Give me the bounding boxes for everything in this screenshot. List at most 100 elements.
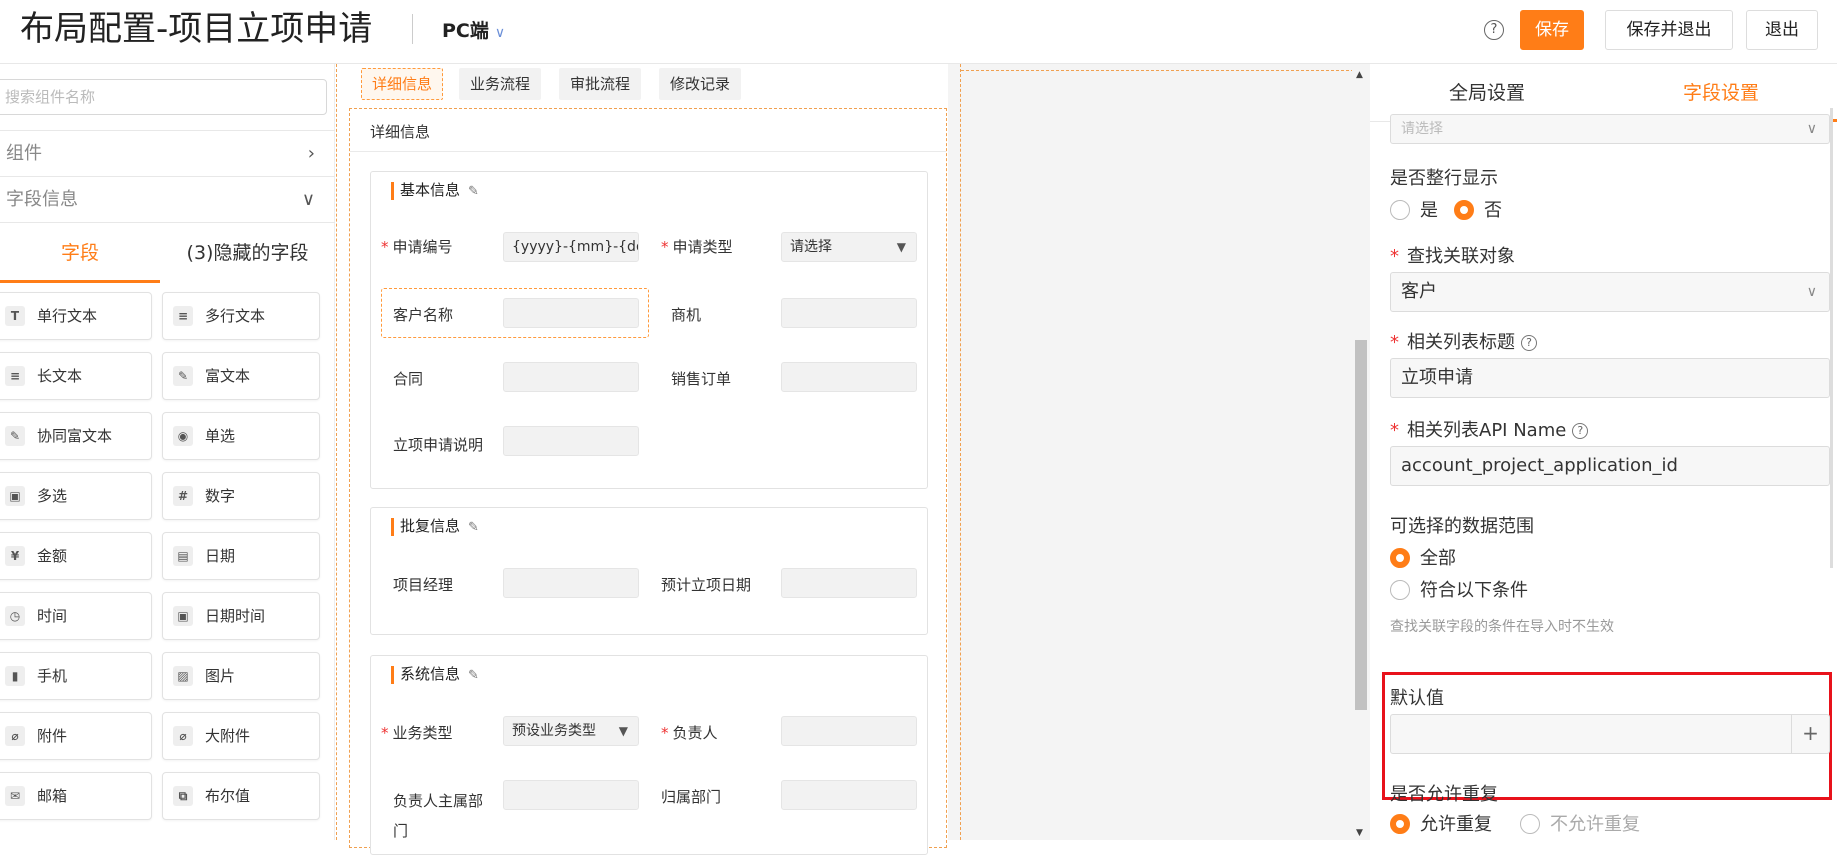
exit-button[interactable]: 退出: [1746, 10, 1818, 50]
edit-icon[interactable]: ✎: [468, 184, 479, 199]
section-basic-info[interactable]: 基本信息 ✎ *申请编号 {yyyy}-{mm}-{dd}-0 *申请类型 请选择…: [370, 171, 928, 489]
apply-type-label: * 申请类型: [661, 238, 733, 256]
tab-fields[interactable]: 字段: [0, 223, 160, 283]
full-row-label: 是否整行显示: [1390, 168, 1498, 189]
owner-field[interactable]: [781, 716, 917, 746]
plus-icon[interactable]: +: [1791, 715, 1829, 753]
default-value-input[interactable]: +: [1390, 714, 1830, 754]
component-item[interactable]: ▤ 日期: [162, 532, 320, 580]
settings-scrollbar[interactable]: [1830, 108, 1833, 568]
edit-icon[interactable]: ✎: [468, 520, 479, 535]
radio-checked-icon: [1454, 200, 1474, 220]
component-item[interactable]: ✉ 邮箱: [0, 772, 152, 820]
tab-change-log[interactable]: 修改记录: [659, 68, 742, 100]
scroll-thumb[interactable]: [1355, 340, 1367, 710]
chevron-down-icon: ∨: [1806, 284, 1817, 300]
lookup-label: * 查找关联对象: [1390, 246, 1515, 267]
scroll-up-icon[interactable]: ▲: [1356, 70, 1363, 80]
component-item[interactable]: ⧉ 布尔值: [162, 772, 320, 820]
radio-no[interactable]: 否: [1454, 200, 1502, 222]
device-selector[interactable]: PC端 ∨: [442, 16, 505, 43]
opportunity-field[interactable]: [781, 298, 917, 328]
sales-order-field[interactable]: [781, 362, 917, 392]
component-item[interactable]: ◷ 时间: [0, 592, 152, 640]
sales-order-label: 销售订单: [671, 370, 732, 388]
customer-field[interactable]: [503, 298, 639, 328]
pm-label: 项目经理: [393, 576, 454, 594]
radio-scope-all[interactable]: 全部: [1390, 548, 1456, 570]
component-label: 邮箱: [37, 787, 68, 805]
component-icon: ▮: [5, 666, 25, 686]
component-item[interactable]: ▮ 手机: [0, 652, 152, 700]
help-icon[interactable]: ?: [1484, 20, 1504, 40]
contract-field[interactable]: [503, 362, 639, 392]
section-system-info[interactable]: 系统信息 ✎ * 业务类型 预设业务类型 ▼ * 负责人 负责人主属部门 归属部门: [370, 655, 928, 855]
component-icon: ▣: [5, 486, 25, 506]
header: 布局配置-项目立项申请 PC端 ∨ ? 保存 保存并退出 退出: [0, 0, 1837, 64]
tab-detail[interactable]: 详细信息: [361, 68, 444, 100]
component-label: 多行文本: [205, 307, 266, 325]
edit-icon[interactable]: ✎: [468, 668, 479, 683]
radio-icon: [1520, 814, 1540, 834]
list-api-input[interactable]: account_project_application_id: [1390, 446, 1830, 486]
apply-type-select[interactable]: 请选择 ▼: [781, 232, 917, 262]
section-reply-info[interactable]: 批复信息 ✎ 项目经理 预计立项日期: [370, 507, 928, 635]
component-item[interactable]: ⌀ 大附件: [162, 712, 320, 760]
canvas-scrollbar[interactable]: ▲ ▼: [1352, 64, 1370, 840]
list-title-input[interactable]: 立项申请: [1390, 358, 1830, 398]
pm-field[interactable]: [503, 568, 639, 598]
field-info-accordion[interactable]: 字段信息 ∨: [0, 176, 335, 222]
save-exit-button[interactable]: 保存并退出: [1605, 10, 1733, 50]
top-select[interactable]: 请选择 ∨: [1390, 114, 1830, 144]
settings-panel: 全局设置 字段设置 请选择 ∨ 是否整行显示 是 否 * 查找关联对象 客户 ∨ * 相…: [1370, 64, 1837, 840]
customer-label: 客户名称: [393, 306, 454, 324]
component-item[interactable]: ¥ 金额: [0, 532, 152, 580]
component-label: 大附件: [205, 727, 251, 745]
save-button[interactable]: 保存: [1520, 10, 1584, 50]
header-divider: [412, 14, 413, 44]
radio-yes[interactable]: 是: [1390, 200, 1438, 222]
component-icon: T: [5, 306, 25, 326]
component-search-input[interactable]: 搜索组件名称: [0, 79, 327, 115]
component-item[interactable]: ▣ 日期时间: [162, 592, 320, 640]
apply-no-field[interactable]: {yyyy}-{mm}-{dd}-0: [503, 232, 639, 262]
lookup-select[interactable]: 客户 ∨: [1390, 272, 1830, 312]
section-title-text: 系统信息: [400, 665, 461, 683]
component-item[interactable]: ▣ 多选: [0, 472, 152, 520]
radio-checked-icon: [1390, 548, 1410, 568]
tab-approval-flow[interactable]: 审批流程: [559, 68, 642, 100]
tab-hidden-fields[interactable]: (3)隐藏的字段: [160, 223, 335, 283]
contract-label: 合同: [393, 370, 424, 388]
component-item[interactable]: T 单行文本: [0, 292, 152, 340]
components-accordion[interactable]: 组件 ›: [0, 130, 335, 176]
radio-deny-dup[interactable]: 不允许重复: [1520, 814, 1640, 836]
dept-label: 归属部门: [661, 788, 722, 806]
component-item[interactable]: ◉ 单选: [162, 412, 320, 460]
desc-field[interactable]: [503, 426, 639, 456]
radio-allow-dup[interactable]: 允许重复: [1390, 814, 1492, 836]
tab-business-flow[interactable]: 业务流程: [459, 68, 542, 100]
default-value-label: 默认值: [1390, 688, 1444, 709]
component-item[interactable]: ≡ 长文本: [0, 352, 152, 400]
component-item[interactable]: ✎ 富文本: [162, 352, 320, 400]
side-column[interactable]: [960, 64, 1360, 840]
dept-field[interactable]: [781, 780, 917, 810]
owner-label: * 负责人: [661, 724, 718, 742]
plan-date-field[interactable]: [781, 568, 917, 598]
biz-type-select[interactable]: 预设业务类型 ▼: [503, 716, 639, 746]
detail-info-block[interactable]: 详细信息 基本信息 ✎ *申请编号 {yyyy}-{mm}-{dd}-0 *申请类…: [349, 108, 947, 855]
component-label: 数字: [205, 487, 236, 505]
component-label: 日期时间: [205, 607, 266, 625]
list-api-label: * 相关列表API Name?: [1390, 416, 1589, 442]
component-item[interactable]: ⌀ 附件: [0, 712, 152, 760]
component-icon: ⌀: [5, 726, 25, 746]
scroll-down-icon[interactable]: ▼: [1356, 828, 1363, 838]
component-item[interactable]: ▨ 图片: [162, 652, 320, 700]
radio-scope-condition[interactable]: 符合以下条件: [1390, 580, 1528, 602]
component-item[interactable]: # 数字: [162, 472, 320, 520]
section-title: 批复信息 ✎: [391, 518, 479, 536]
component-item[interactable]: ≡ 多行文本: [162, 292, 320, 340]
owner-dept-field[interactable]: [503, 780, 639, 810]
scope-label: 可选择的数据范围: [1390, 516, 1534, 537]
component-item[interactable]: ✎ 协同富文本: [0, 412, 152, 460]
